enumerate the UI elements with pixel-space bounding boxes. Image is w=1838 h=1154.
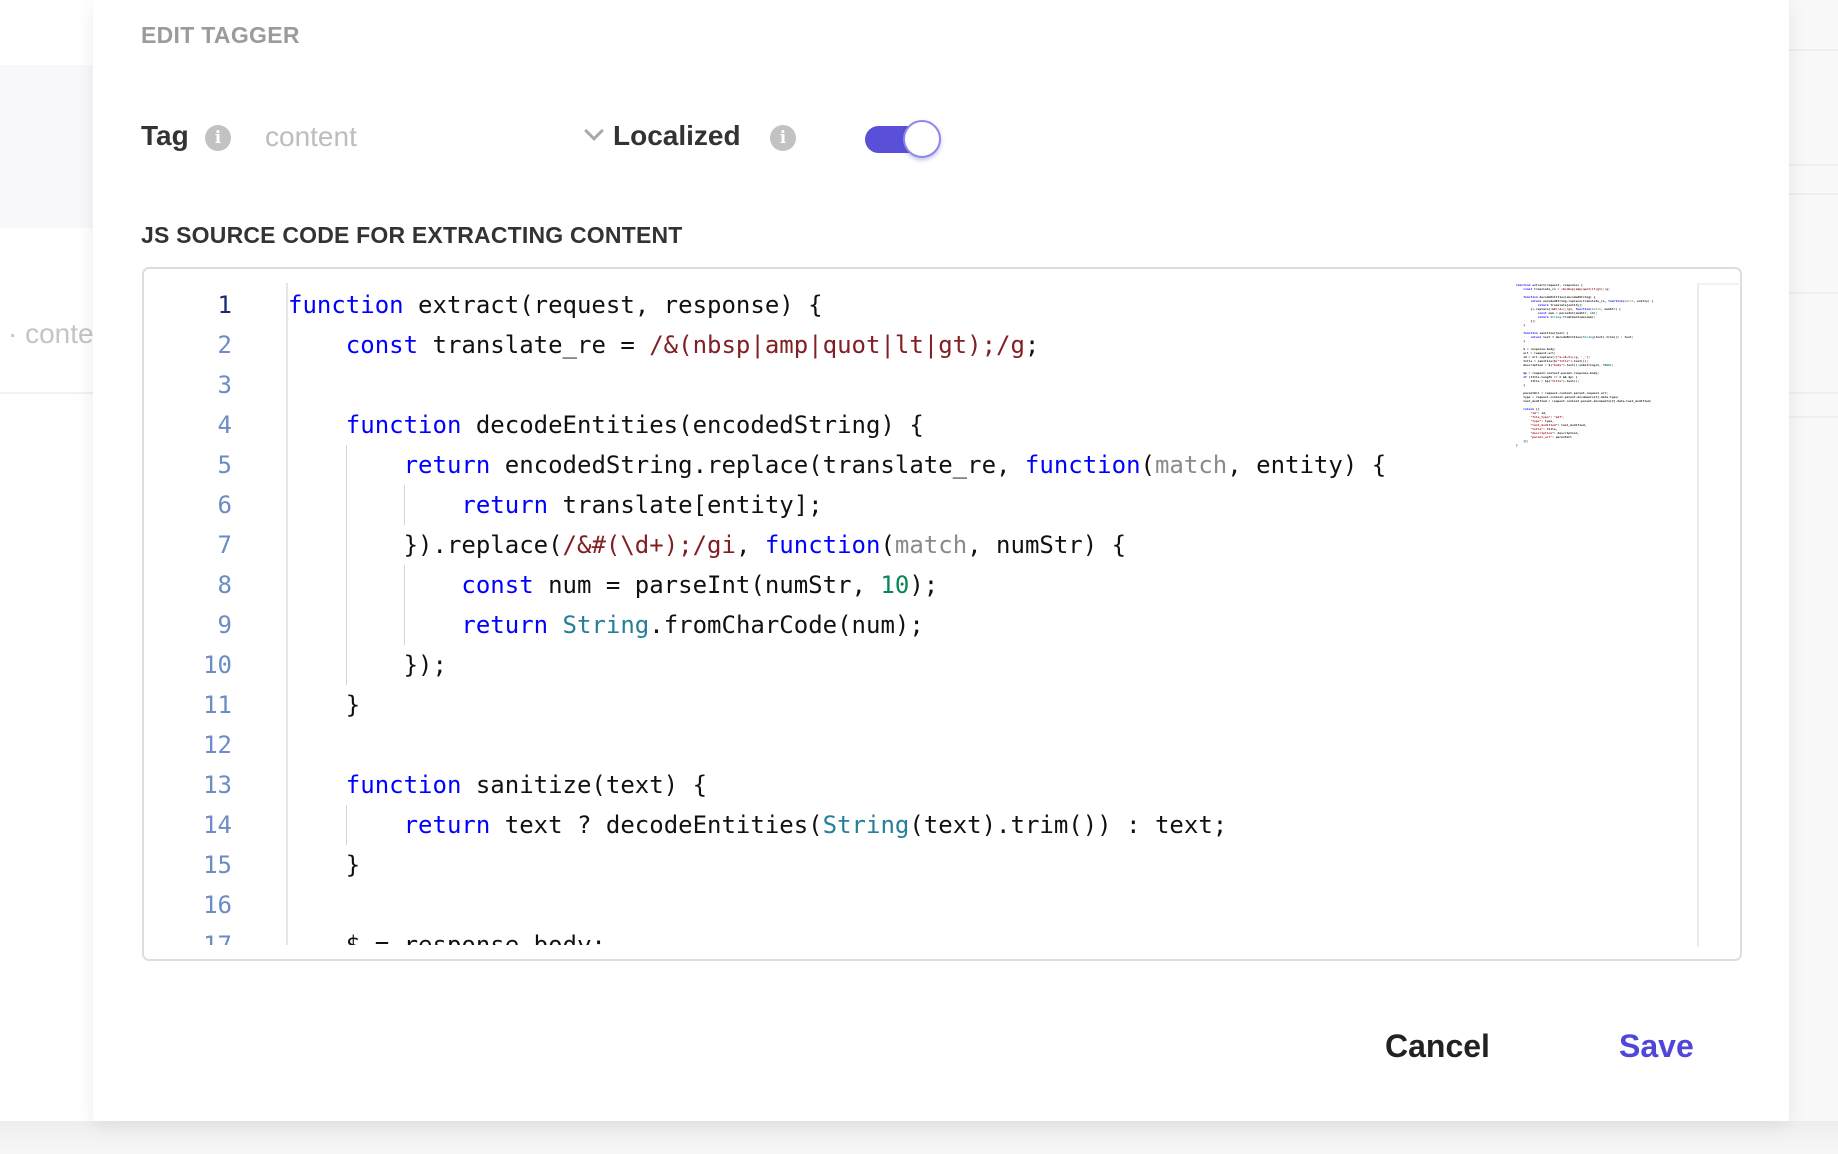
toggle-knob (903, 120, 941, 158)
code-line-text: }); (288, 651, 447, 679)
info-icon[interactable]: i (205, 125, 231, 151)
code-line-text: } (288, 691, 361, 719)
localized-label: Localized (613, 120, 741, 151)
source-code-label: JS SOURCE CODE FOR EXTRACTING CONTENT (141, 222, 683, 248)
code-line-text: return text ? decodeEntities(String(text… (403, 811, 1228, 839)
minimap-line: description = $("body").text().substring… (1516, 363, 1614, 367)
cancel-button[interactable]: Cancel (1385, 1028, 1490, 1065)
minimap[interactable]: function extract(request, response) { co… (1516, 283, 1696, 483)
code-line-text: function decodeEntities(encodedString) { (345, 411, 924, 439)
edit-tagger-modal: EDIT TAGGER Tag i content Localized i JS… (93, 0, 1789, 1121)
background-list-item: · conte (8, 318, 94, 349)
minimap-scrollbar[interactable] (1697, 283, 1739, 947)
line-number: 2 (217, 331, 232, 359)
code-line-text: const translate_re = /&(nbsp|amp|quot|lt… (345, 331, 1040, 359)
code-line[interactable]: 1 function extract(request, response) { (144, 285, 1644, 325)
background-divider (0, 392, 93, 394)
code-line[interactable]: 11 } (144, 685, 1644, 725)
line-number: 9 (217, 611, 232, 639)
background-panel (0, 65, 93, 228)
line-number: 16 (203, 891, 232, 919)
line-number: 11 (203, 691, 232, 719)
line-number: 14 (203, 811, 232, 839)
line-number: 4 (217, 411, 232, 439)
line-number: 12 (203, 731, 232, 759)
code-line-text: return String.fromCharCode(num); (461, 611, 924, 639)
tag-select[interactable]: content (265, 118, 605, 158)
localized-toggle[interactable] (865, 120, 941, 158)
code-line[interactable]: 6 return translate[entity]; (144, 485, 1644, 525)
line-number: 1 (217, 291, 232, 319)
code-line-text: $ = response.body; (288, 931, 606, 945)
code-line[interactable]: 14 return text ? decodeEntities(String(t… (144, 805, 1644, 845)
save-button[interactable]: Save (1619, 1028, 1694, 1065)
line-number: 13 (203, 771, 232, 799)
code-line-text: const num = parseInt(numStr, 10); (461, 571, 939, 599)
line-number: 10 (203, 651, 232, 679)
code-lines[interactable]: 1 function extract(request, response) { 2 … (144, 283, 1704, 945)
code-line[interactable]: 10 }); (144, 645, 1644, 685)
code-line[interactable]: 7 }).replace(/&#(\d+);/gi, function(matc… (144, 525, 1644, 565)
code-line-text: } (288, 851, 361, 879)
tag-select-value: content (265, 121, 357, 152)
code-line[interactable]: 17 $ = response.body; (144, 925, 1644, 945)
minimap-content: function extract(request, response) { co… (1516, 283, 1653, 447)
modal-title: EDIT TAGGER (141, 22, 300, 48)
line-number: 7 (217, 531, 232, 559)
code-line[interactable]: 8 const num = parseInt(numStr, 10); (144, 565, 1644, 605)
code-line[interactable]: 2 const translate_re = /&(nbsp|amp|quot|… (144, 325, 1644, 365)
code-line-text: }).replace(/&#(\d+);/gi, function(match,… (288, 531, 1127, 559)
tag-label: Tag (141, 120, 189, 151)
code-line[interactable]: 16 (144, 885, 1644, 925)
code-line[interactable]: 5 return encodedString.replace(translate… (144, 445, 1644, 485)
code-line[interactable]: 13 function sanitize(text) { (144, 765, 1644, 805)
code-line[interactable]: 15 } (144, 845, 1644, 885)
background-bottom (0, 1121, 1838, 1154)
info-icon[interactable]: i (770, 125, 796, 151)
code-editor[interactable]: 1 function extract(request, response) { 2 … (142, 267, 1742, 961)
line-number: 15 (203, 851, 232, 879)
line-number: 5 (217, 451, 232, 479)
code-line-text: function sanitize(text) { (345, 771, 708, 799)
line-number: 8 (217, 571, 232, 599)
code-line[interactable]: 12 (144, 725, 1644, 765)
code-line[interactable]: 3 (144, 365, 1644, 405)
code-line-text: function extract(request, response) { (288, 291, 823, 319)
chevron-down-icon (584, 121, 604, 141)
background-right (1789, 0, 1838, 1154)
minimap-line: const translate_re = /&(nbsp|amp|quot|lt… (1523, 287, 1610, 291)
code-line-text: return translate[entity]; (461, 491, 823, 519)
code-line-text: return encodedString.replace(translate_r… (403, 451, 1387, 479)
code-line[interactable]: 9 return String.fromCharCode(num); (144, 605, 1644, 645)
minimap-line: last_modified = request.context.parent.d… (1516, 399, 1652, 403)
minimap-line: } (1516, 443, 1518, 447)
code-line[interactable]: 4 function decodeEntities(encodedString)… (144, 405, 1644, 445)
line-number: 17 (203, 931, 232, 945)
line-number: 3 (217, 371, 232, 399)
line-number: 6 (217, 491, 232, 519)
tag-row: Tag i content Localized i (141, 118, 1041, 158)
